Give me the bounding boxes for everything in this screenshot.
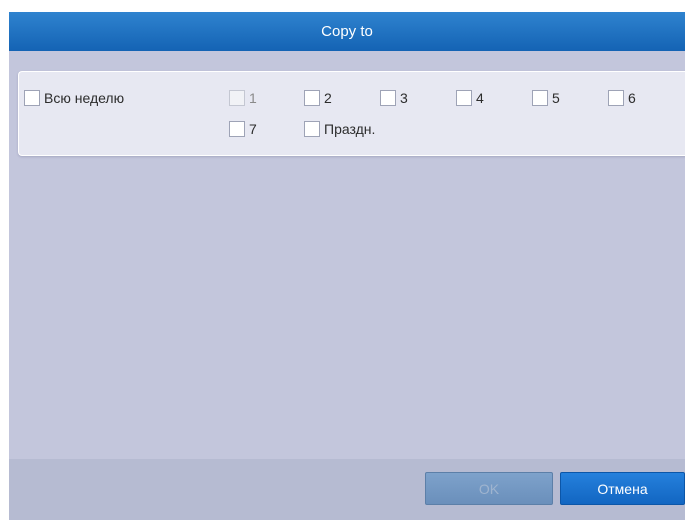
holiday-label: Праздн. bbox=[324, 121, 376, 137]
day-4-checkbox[interactable]: 4 bbox=[456, 90, 484, 106]
checkbox-box[interactable] bbox=[380, 90, 396, 106]
day-1-checkbox[interactable]: 1 bbox=[229, 90, 257, 106]
checkbox-box[interactable] bbox=[24, 90, 40, 106]
checkbox-box[interactable] bbox=[229, 121, 245, 137]
day-4-label: 4 bbox=[476, 90, 484, 106]
day-7-label: 7 bbox=[249, 121, 257, 137]
day-1-label: 1 bbox=[249, 90, 257, 106]
day-3-checkbox[interactable]: 3 bbox=[380, 90, 408, 106]
day-2-checkbox[interactable]: 2 bbox=[304, 90, 332, 106]
whole-week-label: Всю неделю bbox=[44, 90, 125, 106]
checkbox-box[interactable] bbox=[229, 90, 245, 106]
dialog-footer: OK Отмена bbox=[9, 459, 685, 520]
checkbox-box[interactable] bbox=[304, 121, 320, 137]
whole-week-checkbox[interactable]: Всю неделю bbox=[24, 90, 124, 106]
day-selection-panel: Всю неделю 1 2 3 4 5 6 7 Праздн. bbox=[18, 71, 685, 156]
holiday-checkbox[interactable]: Праздн. bbox=[304, 121, 375, 137]
checkbox-box[interactable] bbox=[608, 90, 624, 106]
cancel-button[interactable]: Отмена bbox=[560, 472, 685, 505]
day-6-label: 6 bbox=[628, 90, 636, 106]
ok-button[interactable]: OK bbox=[425, 472, 553, 505]
day-5-checkbox[interactable]: 5 bbox=[532, 90, 560, 106]
day-2-label: 2 bbox=[324, 90, 332, 106]
day-3-label: 3 bbox=[400, 90, 408, 106]
day-7-checkbox[interactable]: 7 bbox=[229, 121, 257, 137]
dialog-title-bar: Copy to bbox=[9, 12, 685, 51]
copy-to-dialog: Copy to Всю неделю 1 2 3 4 5 6 7 Праздн.… bbox=[9, 12, 685, 520]
checkbox-box[interactable] bbox=[456, 90, 472, 106]
day-5-label: 5 bbox=[552, 90, 560, 106]
checkbox-box[interactable] bbox=[304, 90, 320, 106]
day-6-checkbox[interactable]: 6 bbox=[608, 90, 636, 106]
checkbox-box[interactable] bbox=[532, 90, 548, 106]
dialog-title: Copy to bbox=[321, 23, 373, 40]
